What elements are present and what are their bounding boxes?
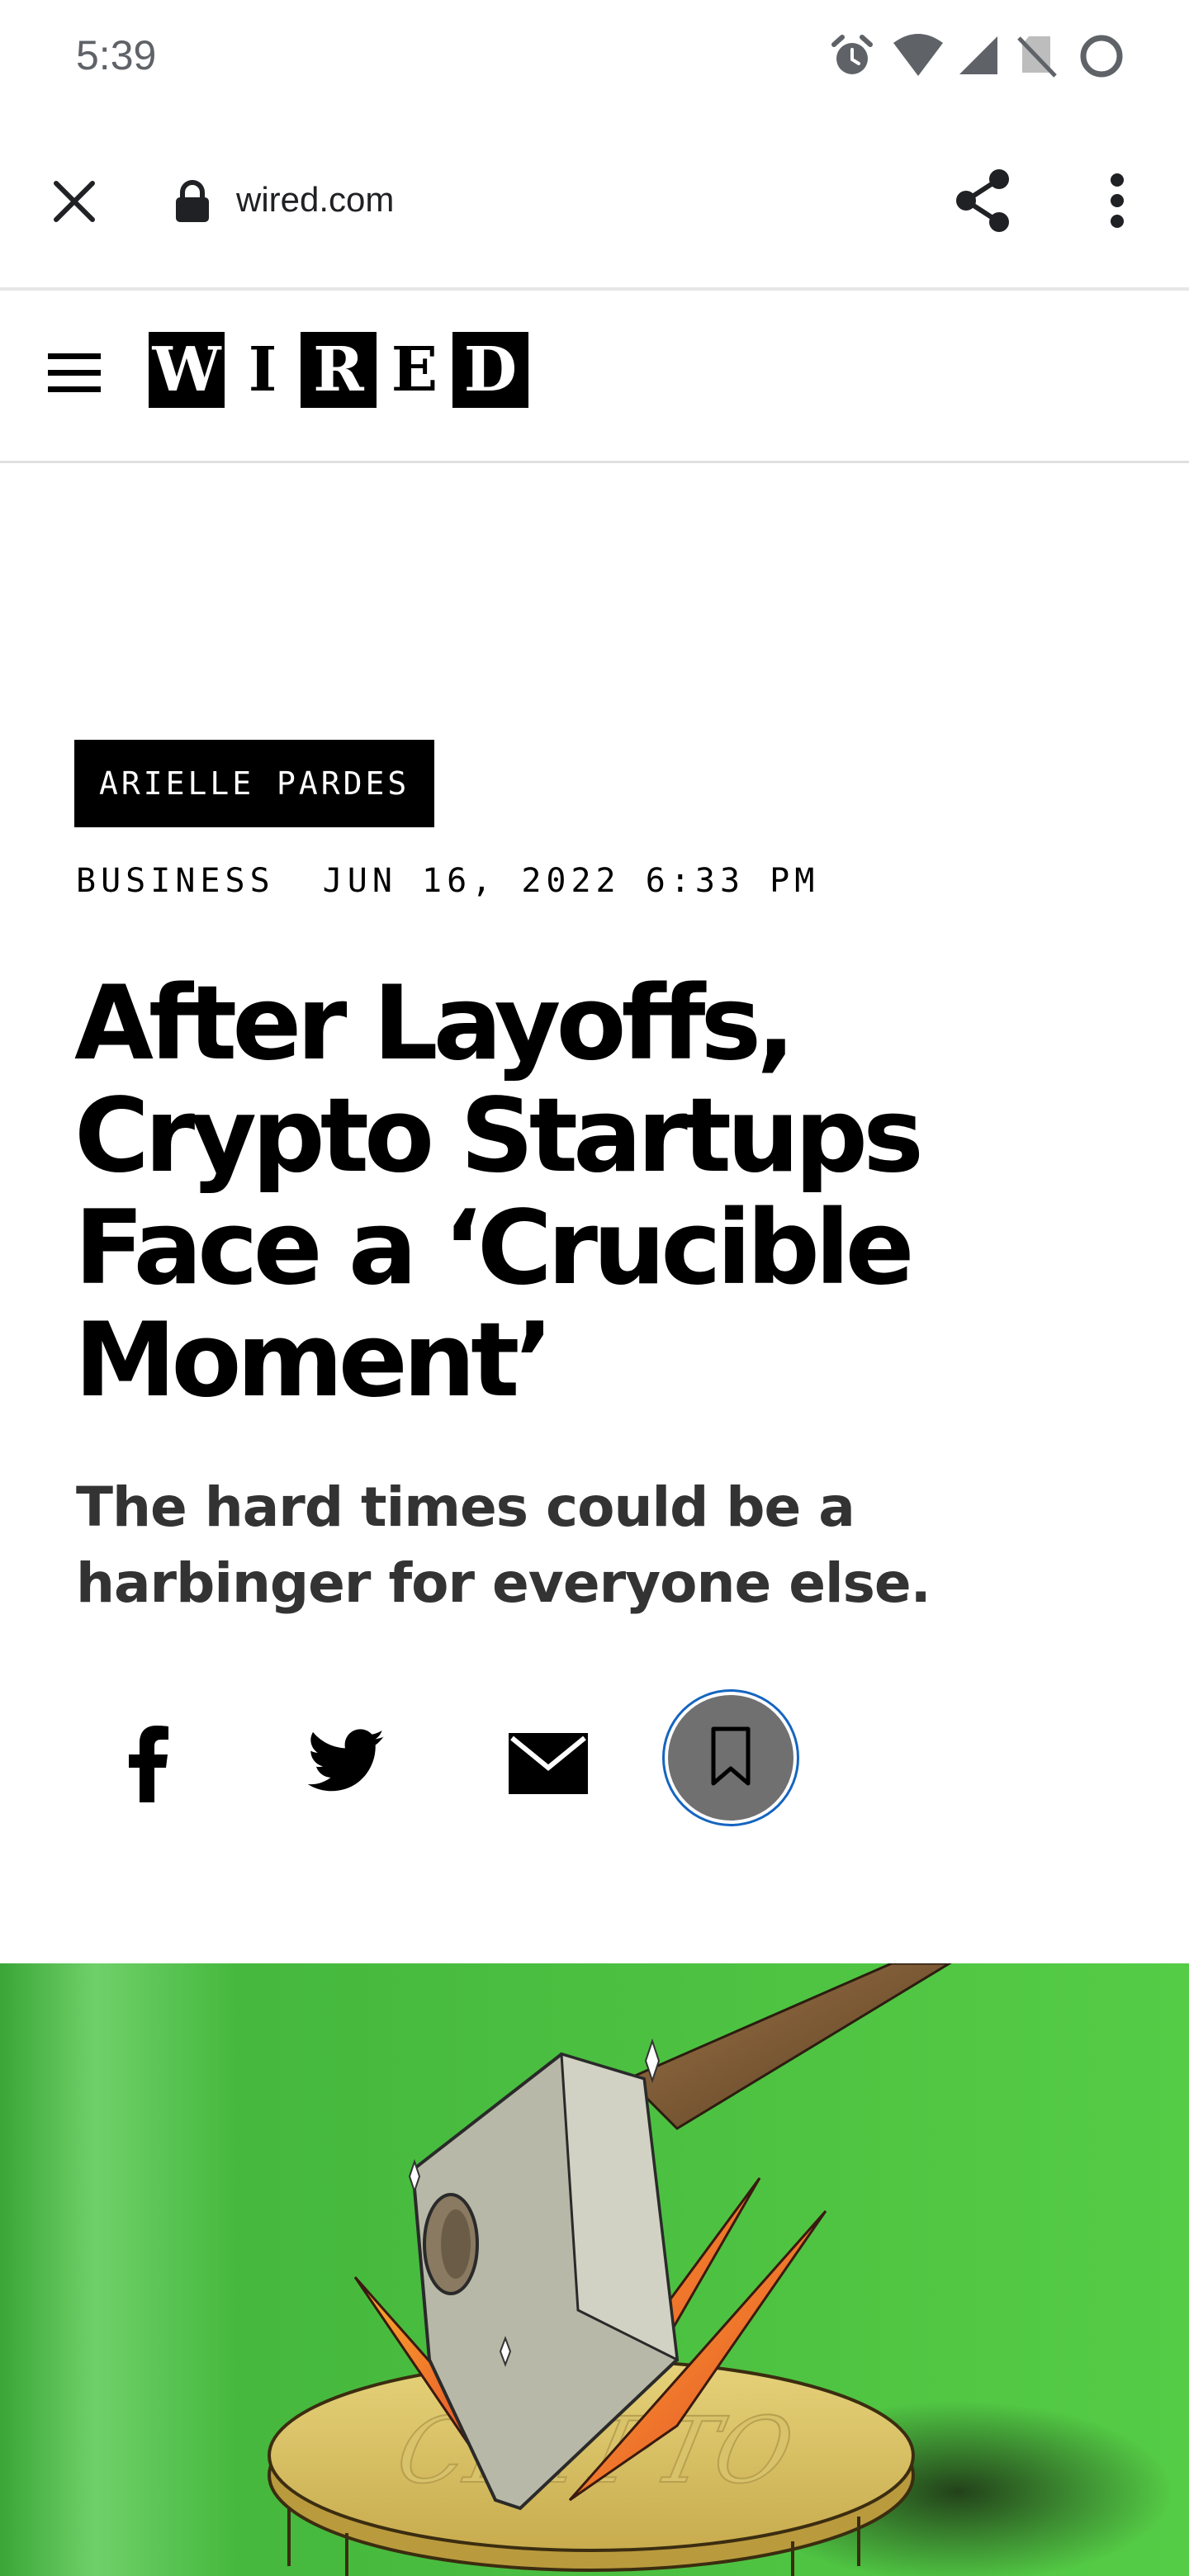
hamburger-menu-icon[interactable] (48, 352, 101, 395)
logo-letter: W (149, 332, 225, 408)
article-meta: BUSINESS JUN 16, 2022 6:33 PM (76, 862, 819, 900)
save-article-button[interactable] (662, 1689, 799, 1826)
signal-icon (958, 33, 1001, 83)
site-header: W I R E D (0, 291, 1189, 463)
section-label[interactable]: BUSINESS (76, 862, 275, 900)
loading-circle-icon (1078, 33, 1125, 83)
author-byline[interactable]: ARIELLE PARDES (74, 740, 435, 827)
bookmark-icon (710, 1726, 751, 1791)
status-time: 5:39 (76, 32, 157, 78)
lock-icon (172, 177, 213, 226)
hero-image: CRYPTO (0, 1963, 1189, 2576)
logo-letter: I (225, 332, 301, 408)
more-vert-icon[interactable] (1098, 165, 1136, 236)
logo-letter: R (301, 332, 377, 408)
article-headline: After Layoffs, Crypto Startups Face a ‘C… (74, 964, 924, 1420)
no-sim-icon (1017, 33, 1057, 83)
save-button-inner (668, 1695, 793, 1821)
email-icon[interactable] (507, 1731, 590, 1797)
wifi-icon (892, 33, 945, 83)
url-text[interactable]: wired.com (236, 180, 394, 220)
wired-logo[interactable]: W I R E D (149, 330, 528, 410)
close-icon[interactable] (41, 168, 107, 234)
alarm-icon (829, 33, 875, 83)
facebook-icon[interactable] (116, 1717, 182, 1808)
browser-toolbar: wired.com (0, 116, 1189, 291)
logo-letter: D (452, 332, 528, 408)
status-bar: 5:39 (0, 0, 1189, 116)
share-icon[interactable] (950, 165, 1016, 236)
logo-letter: E (377, 332, 452, 408)
twitter-icon[interactable] (306, 1724, 388, 1798)
article-dek: The hard times could be a harbinger for … (76, 1475, 931, 1615)
publish-date: JUN 16, 2022 6:33 PM (322, 862, 820, 900)
